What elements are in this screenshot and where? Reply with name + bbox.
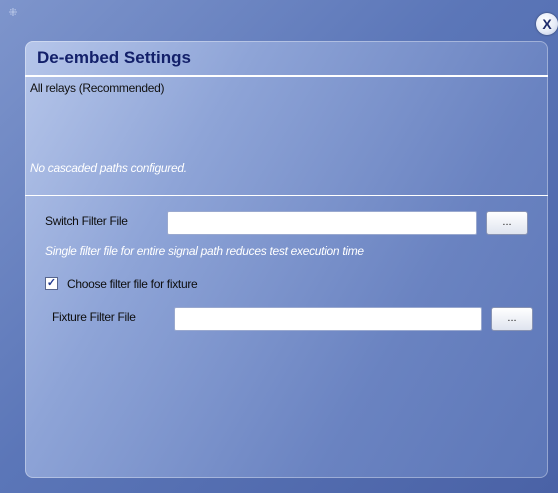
checkmark-icon: ✓ xyxy=(46,277,57,289)
dialog-window: ⁜ X De-embed Settings All relays (Recomm… xyxy=(0,0,558,493)
no-paths-note: No cascaded paths configured. xyxy=(30,161,187,175)
grip-icon[interactable]: ⁜ xyxy=(6,6,20,20)
de-embed-settings-panel: De-embed Settings All relays (Recommende… xyxy=(25,41,548,478)
fixture-filter-browse-button[interactable]: ... xyxy=(491,307,533,331)
fixture-filter-checkbox[interactable]: ✓ xyxy=(45,277,58,290)
fixture-filter-label: Fixture Filter File xyxy=(52,310,136,324)
switch-filter-browse-button[interactable]: ... xyxy=(486,211,528,235)
panel-title: De-embed Settings xyxy=(37,48,191,67)
title-underline xyxy=(25,75,548,77)
switch-filter-input[interactable] xyxy=(167,211,477,235)
fixture-filter-checkbox-label[interactable]: Choose filter file for fixture xyxy=(67,277,198,291)
section-divider xyxy=(25,195,548,196)
switch-filter-label: Switch Filter File xyxy=(45,214,128,228)
fixture-filter-input[interactable] xyxy=(174,307,482,331)
relays-label: All relays (Recommended) xyxy=(30,81,165,95)
close-button[interactable]: X xyxy=(536,13,558,35)
switch-filter-hint: Single filter file for entire signal pat… xyxy=(45,244,364,258)
